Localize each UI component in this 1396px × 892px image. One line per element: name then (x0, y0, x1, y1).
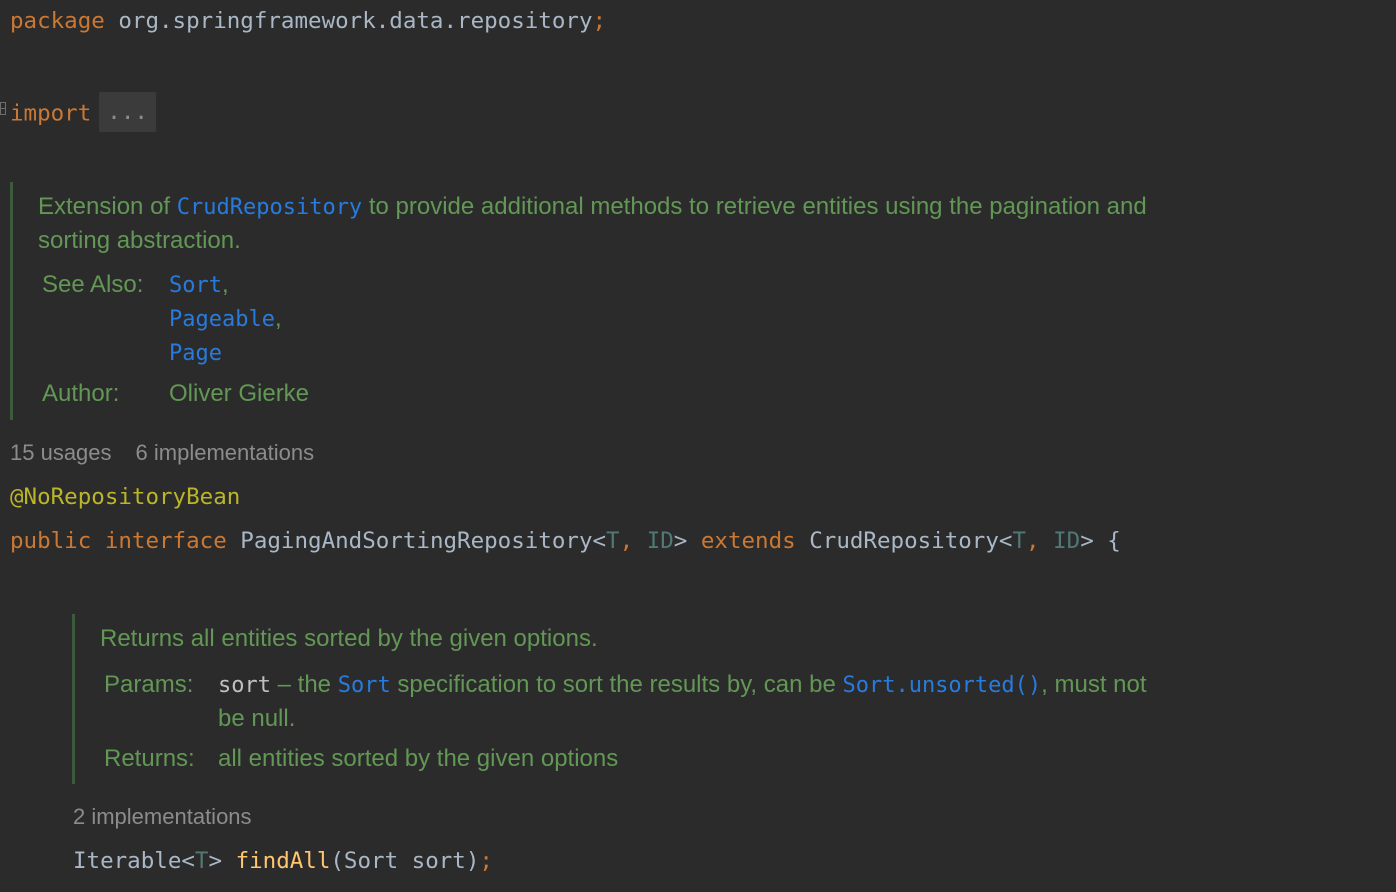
class-doc-summary-line1: Extension of CrudRepository to provide a… (38, 190, 1147, 225)
comma: , (619, 528, 647, 554)
method-params: (Sort sort) (330, 848, 480, 874)
implementations-hint[interactable]: 2 implementations (73, 804, 252, 829)
implementations-hint[interactable]: 6 implementations (136, 440, 315, 465)
import-collapsed-block[interactable]: ... (99, 92, 156, 132)
return-type: Iterable (73, 848, 182, 874)
class-codevision-hints: 15 usages 6 implementations (10, 438, 314, 468)
param-description-line1: sort – the Sort specification to sort th… (218, 668, 1147, 703)
method-declaration-line: Iterable<T> findAll(Sort sort); (73, 846, 493, 876)
package-semicolon: ; (592, 8, 607, 34)
angle-close: > (208, 848, 223, 874)
param-description-line2: be null. (218, 705, 296, 732)
angle-open: < (592, 528, 607, 554)
type-param-id: ID (1053, 528, 1081, 554)
sort-link[interactable]: Sort (169, 273, 222, 298)
interface-name: PagingAndSortingRepository (240, 528, 593, 554)
method-codevision-hints: 2 implementations (73, 802, 252, 832)
class-doc-text: Extension of (38, 193, 177, 220)
returns-label: Returns: (104, 745, 195, 772)
import-line: import... (10, 92, 156, 132)
package-name: org.springframework.data.repository (118, 8, 593, 34)
import-keyword: import (10, 100, 92, 127)
sort-link[interactable]: Sort (338, 673, 391, 698)
class-doc-text: to provide additional methods to retriev… (362, 193, 1147, 220)
angle-close: > (1080, 528, 1094, 554)
sort-unsorted-link[interactable]: Sort.unsorted() (842, 673, 1041, 698)
pageable-link[interactable]: Pageable (169, 307, 275, 332)
param-name: sort (218, 673, 271, 698)
see-also-item: Sort, (169, 268, 229, 303)
method-name: findAll (235, 848, 331, 874)
usages-hint[interactable]: 15 usages (10, 440, 112, 465)
see-also-item: Page (169, 336, 222, 371)
separator-comma: , (274, 305, 282, 332)
separator-comma: , (221, 271, 229, 298)
method-semicolon: ; (479, 848, 493, 874)
annotation-line: @NoRepositoryBean (10, 482, 240, 512)
public-keyword: public (10, 528, 92, 554)
interface-declaration-line: public interface PagingAndSortingReposit… (10, 526, 1121, 556)
angle-open: < (998, 528, 1013, 554)
angle-open: < (181, 848, 195, 874)
super-interface-name: CrudRepository (809, 528, 999, 554)
class-doc-block[interactable]: Extension of CrudRepository to provide a… (10, 182, 1353, 420)
annotation: @NoRepositoryBean (10, 484, 241, 510)
type-param-t: T (606, 528, 620, 554)
extends-keyword: extends (700, 528, 796, 554)
author-value: Oliver Gierke (169, 380, 310, 407)
see-also-item: Pageable, (169, 302, 282, 337)
param-text: specification to sort the results by, ca… (390, 671, 843, 698)
interface-keyword: interface (104, 528, 227, 554)
type-param-t: T (1012, 528, 1026, 554)
type-param-t: T (194, 848, 209, 874)
comma: , (1026, 528, 1054, 554)
see-also-label: See Also: (42, 271, 144, 298)
package-keyword: package (10, 8, 105, 34)
param-text: , must not (1041, 671, 1147, 698)
method-doc-summary: Returns all entities sorted by the given… (100, 625, 598, 652)
angle-close: > (673, 528, 688, 554)
class-doc-summary-line2: sorting abstraction. (38, 227, 241, 254)
params-label: Params: (104, 671, 194, 698)
param-text: – the (270, 671, 338, 698)
fold-toggle-icon[interactable] (0, 102, 6, 115)
package-line: package org.springframework.data.reposit… (10, 6, 606, 36)
crudrepository-link[interactable]: CrudRepository (177, 195, 362, 220)
code-editor[interactable]: package org.springframework.data.reposit… (0, 0, 1396, 892)
author-label: Author: (42, 380, 120, 407)
method-doc-block[interactable]: Returns all entities sorted by the given… (72, 614, 1345, 784)
returns-value: all entities sorted by the given options (218, 745, 619, 772)
page-link[interactable]: Page (169, 341, 222, 366)
open-brace: { (1093, 528, 1121, 554)
type-param-id: ID (646, 528, 674, 554)
